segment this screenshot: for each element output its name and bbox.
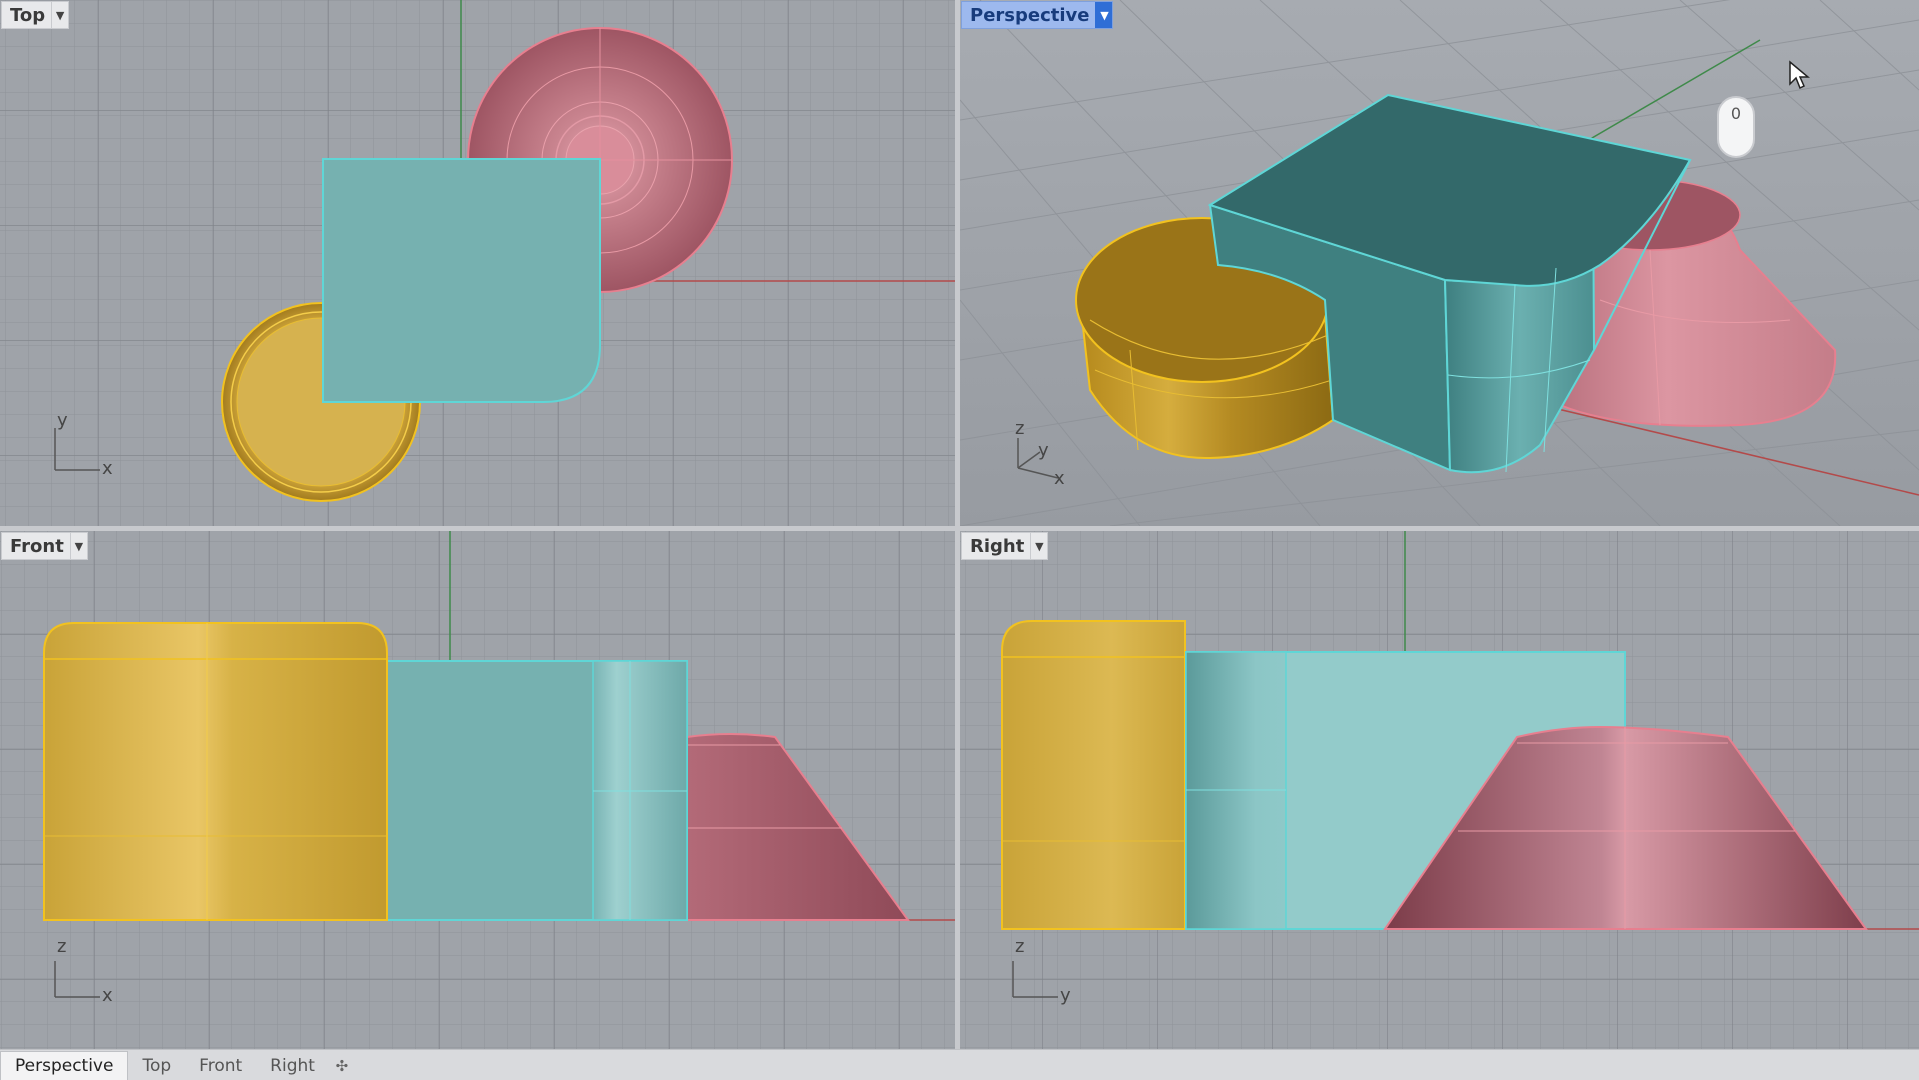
viewport-label-top[interactable]: Top ▼ xyxy=(1,1,70,29)
viewport-splitter-horizontal[interactable] xyxy=(0,526,1919,531)
viewport-title: Front xyxy=(10,535,64,557)
tab-top[interactable]: Top xyxy=(128,1052,185,1080)
axis-label-x: x xyxy=(1054,468,1065,489)
mouse-button-indicator: 0 xyxy=(1717,96,1755,158)
mouse-cursor-icon xyxy=(1789,60,1810,90)
viewport-title: Top xyxy=(10,4,46,26)
cylinder-right-shape[interactable] xyxy=(1001,620,1186,930)
top-view-canvas[interactable]: y x xyxy=(0,0,955,526)
viewport-front[interactable]: z x Front ▼ xyxy=(0,531,955,1049)
axis-label-y: y xyxy=(57,410,68,431)
chevron-down-icon[interactable]: ▼ xyxy=(51,2,68,28)
viewport-label-front[interactable]: Front ▼ xyxy=(1,532,88,560)
axis-label-x: x xyxy=(102,985,113,1006)
chevron-down-icon[interactable]: ▼ xyxy=(1095,2,1113,28)
front-view-canvas[interactable]: z x xyxy=(0,531,955,1049)
tab-perspective[interactable]: Perspective xyxy=(0,1051,129,1080)
viewport-right[interactable]: z y Right ▼ xyxy=(960,531,1919,1049)
axis-label-z: z xyxy=(1015,936,1024,957)
viewport-tab-bar: Perspective Top Front Right ✣ xyxy=(0,1049,1919,1080)
viewport-title: Right xyxy=(970,535,1025,557)
viewport-perspective[interactable]: z y x Perspective ▼ xyxy=(960,0,1919,526)
viewport-label-perspective[interactable]: Perspective ▼ xyxy=(961,1,1114,29)
tab-front[interactable]: Front xyxy=(185,1052,256,1080)
axis-label-y: y xyxy=(1038,440,1049,461)
tab-right[interactable]: Right xyxy=(256,1052,329,1080)
right-view-canvas[interactable]: z y xyxy=(960,531,1919,1049)
viewport-title: Perspective xyxy=(970,4,1090,26)
viewport-label-right[interactable]: Right ▼ xyxy=(961,532,1049,560)
perspective-view-canvas[interactable]: z y x xyxy=(960,0,1919,526)
viewport-top[interactable]: y x Top ▼ xyxy=(0,0,955,526)
axis-label-y: y xyxy=(1060,985,1071,1006)
axis-label-x: x xyxy=(102,458,113,479)
cylinder-front-shape[interactable] xyxy=(43,622,388,921)
axis-label-z: z xyxy=(1015,418,1024,439)
add-tab-icon[interactable]: ✣ xyxy=(329,1052,355,1080)
chevron-down-icon[interactable]: ▼ xyxy=(1030,533,1047,559)
box-top-shape[interactable] xyxy=(322,158,601,403)
viewport-splitter-vertical[interactable] xyxy=(955,0,960,1049)
axis-label-z: z xyxy=(57,936,66,957)
chevron-down-icon[interactable]: ▼ xyxy=(69,533,87,559)
